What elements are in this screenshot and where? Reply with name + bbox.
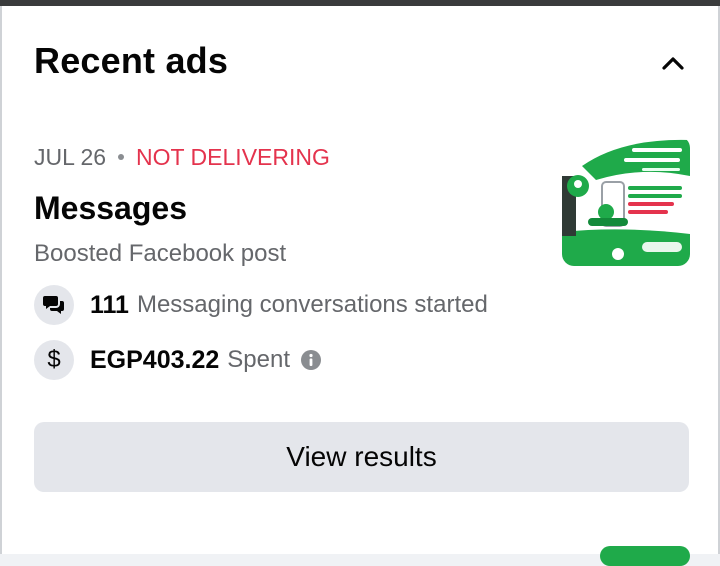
messaging-label: Messaging conversations started xyxy=(136,291,488,318)
ad-status: NOT DELIVERING xyxy=(136,144,330,170)
chevron-up-icon xyxy=(662,57,684,70)
spent-label: Spent xyxy=(227,346,290,373)
stat-row-messaging: 111 Messaging conversations started xyxy=(34,285,488,325)
ad-meta: JUL 26 NOT DELIVERING xyxy=(34,144,330,171)
separator-dot xyxy=(118,153,125,160)
stat-icon-container: $ xyxy=(34,340,74,380)
stat-icon-container xyxy=(34,285,74,325)
ad-title[interactable]: Messages xyxy=(34,190,187,227)
card-border-left xyxy=(0,6,2,554)
messaging-count: 111 xyxy=(90,290,129,319)
ad-thumbnail-image xyxy=(562,136,690,266)
ad-thumbnail[interactable] xyxy=(562,136,690,266)
view-results-button[interactable]: View results xyxy=(34,422,689,492)
ad-type: Boosted Facebook post xyxy=(34,240,287,267)
ad-date: JUL 26 xyxy=(34,144,107,170)
collapse-button[interactable] xyxy=(656,46,690,80)
chat-bubbles-icon xyxy=(43,296,64,314)
amount-spent: EGP403.22 xyxy=(90,345,220,374)
stat-row-spent: $ EGP403.22 Spent xyxy=(34,340,322,380)
dollar-icon: $ xyxy=(47,346,61,373)
info-icon[interactable] xyxy=(300,349,322,371)
section-title: Recent ads xyxy=(34,40,229,81)
next-ad-thumbnail-peek xyxy=(600,546,690,566)
